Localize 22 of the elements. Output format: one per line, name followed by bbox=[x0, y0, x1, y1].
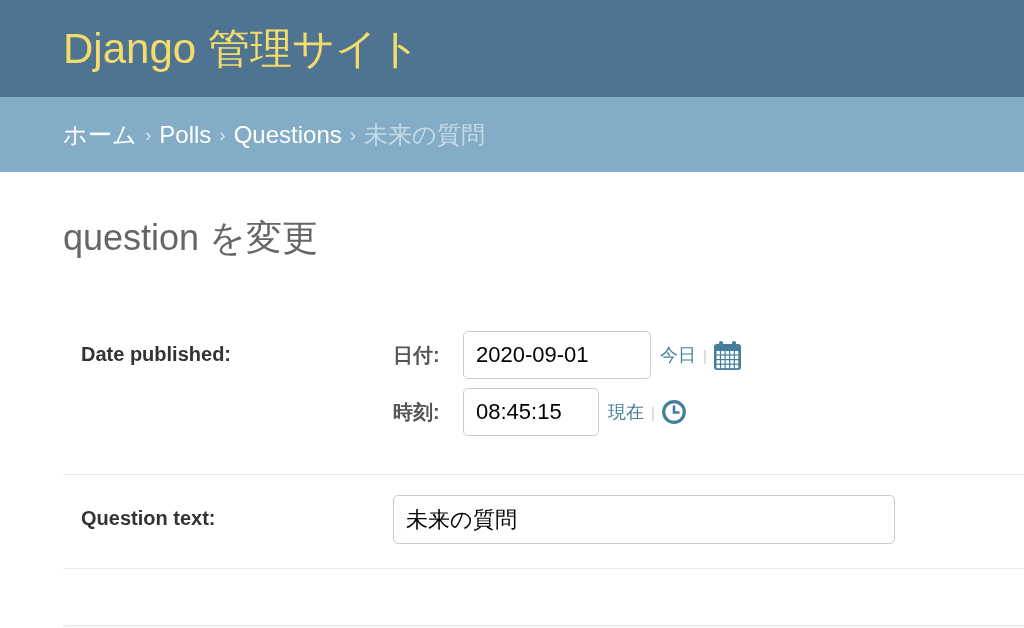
field-label: 日付: bbox=[393, 343, 440, 366]
time-field[interactable]: 08:45:15 bbox=[463, 388, 599, 436]
calendar-icon[interactable] bbox=[713, 340, 741, 370]
breadcrumb-link[interactable]: ホーム bbox=[63, 119, 137, 150]
breadcrumb-separator: › bbox=[349, 122, 357, 147]
text-field[interactable]: 未来の質問 bbox=[393, 495, 895, 544]
breadcrumb-link[interactable]: Polls bbox=[159, 119, 212, 150]
breadcrumb-separator: › bbox=[145, 122, 152, 147]
field-label: Date published: bbox=[81, 343, 231, 365]
breadcrumb-separator: › bbox=[219, 122, 226, 147]
current-page-text: 未来の質問 bbox=[364, 119, 486, 150]
field-label: 時刻: bbox=[393, 400, 440, 423]
page-title: question を変更 bbox=[63, 218, 319, 258]
breadcrumb-link[interactable]: Questions bbox=[233, 119, 342, 150]
clock-icon[interactable] bbox=[661, 400, 686, 424]
site-title[interactable]: Django 管理サイト bbox=[63, 23, 421, 74]
date-field[interactable]: 2020-09-01 bbox=[463, 331, 651, 379]
shortcut-link[interactable]: 現在 bbox=[608, 400, 644, 424]
shortcut-link[interactable]: 今日 bbox=[660, 343, 696, 367]
field-label: Question text: bbox=[81, 507, 216, 529]
shortcut-divider: | bbox=[651, 403, 655, 421]
shortcut-divider: | bbox=[703, 346, 707, 364]
